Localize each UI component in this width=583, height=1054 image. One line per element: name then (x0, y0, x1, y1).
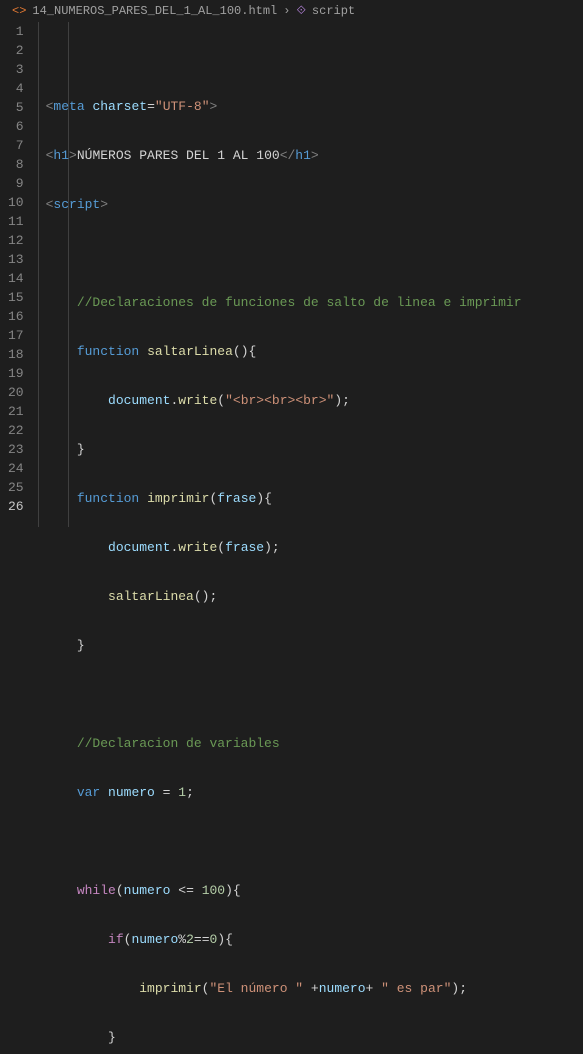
line-number: 3 (8, 60, 24, 79)
line-number: 24 (8, 459, 24, 478)
code-line[interactable]: <script> (46, 195, 583, 214)
code-line[interactable]: var numero = 1; (46, 783, 583, 802)
code-line[interactable] (46, 832, 583, 851)
line-number: 16 (8, 307, 24, 326)
code-line[interactable]: } (46, 636, 583, 655)
code-line[interactable]: //Declaraciones de funciones de salto de… (46, 293, 583, 312)
line-number: 11 (8, 212, 24, 231)
code-line[interactable] (46, 685, 583, 704)
chevron-icon: › (283, 4, 290, 18)
breadcrumb-file[interactable]: 14_NUMEROS_PARES_DEL_1_AL_100.html (32, 4, 277, 18)
line-number: 1 (8, 22, 24, 41)
line-number: 19 (8, 364, 24, 383)
code-line[interactable]: imprimir("El número " +numero+ " es par"… (46, 979, 583, 998)
line-number: 10 (8, 193, 24, 212)
line-number: 20 (8, 383, 24, 402)
line-number: 6 (8, 117, 24, 136)
code-line[interactable]: function saltarLinea(){ (46, 342, 583, 361)
line-number: 13 (8, 250, 24, 269)
line-number: 7 (8, 136, 24, 155)
line-number: 23 (8, 440, 24, 459)
line-number: 18 (8, 345, 24, 364)
line-number: 14 (8, 269, 24, 288)
code-line[interactable]: <h1>NÚMEROS PARES DEL 1 AL 100</h1> (46, 146, 583, 165)
line-number: 9 (8, 174, 24, 193)
line-number: 22 (8, 421, 24, 440)
breadcrumb[interactable]: <> 14_NUMEROS_PARES_DEL_1_AL_100.html › … (0, 0, 583, 22)
code-line[interactable]: saltarLinea(); (46, 587, 583, 606)
line-number: 12 (8, 231, 24, 250)
line-number: 25 (8, 478, 24, 497)
line-number: 2 (8, 41, 24, 60)
line-number: 17 (8, 326, 24, 345)
breadcrumb-symbol[interactable]: script (312, 4, 355, 18)
line-number: 8 (8, 155, 24, 174)
code-line[interactable]: while(numero <= 100){ (46, 881, 583, 900)
code-line[interactable]: document.write(frase); (46, 538, 583, 557)
code-line[interactable]: function imprimir(frase){ (46, 489, 583, 508)
code-line[interactable]: <meta charset="UTF-8"> (46, 97, 583, 116)
editor[interactable]: 1234567891011121314151617181920212223242… (0, 22, 583, 527)
code-line[interactable]: //Declaracion de variables (46, 734, 583, 753)
code-line[interactable]: document.write("<br><br><br>"); (46, 391, 583, 410)
code-line[interactable]: } (46, 1028, 583, 1047)
line-number-gutter: 1234567891011121314151617181920212223242… (0, 22, 38, 527)
line-number: 15 (8, 288, 24, 307)
line-number: 4 (8, 79, 24, 98)
file-icon: <> (12, 4, 26, 18)
code-line[interactable]: } (46, 440, 583, 459)
line-number: 21 (8, 402, 24, 421)
code-line[interactable]: if(numero%2==0){ (46, 930, 583, 949)
line-number: 26 (8, 497, 24, 516)
line-number: 5 (8, 98, 24, 117)
code-line[interactable] (46, 244, 583, 263)
code-area[interactable]: <meta charset="UTF-8"> <h1>NÚMEROS PARES… (38, 22, 583, 527)
symbol-icon: ⟐ (296, 4, 305, 18)
